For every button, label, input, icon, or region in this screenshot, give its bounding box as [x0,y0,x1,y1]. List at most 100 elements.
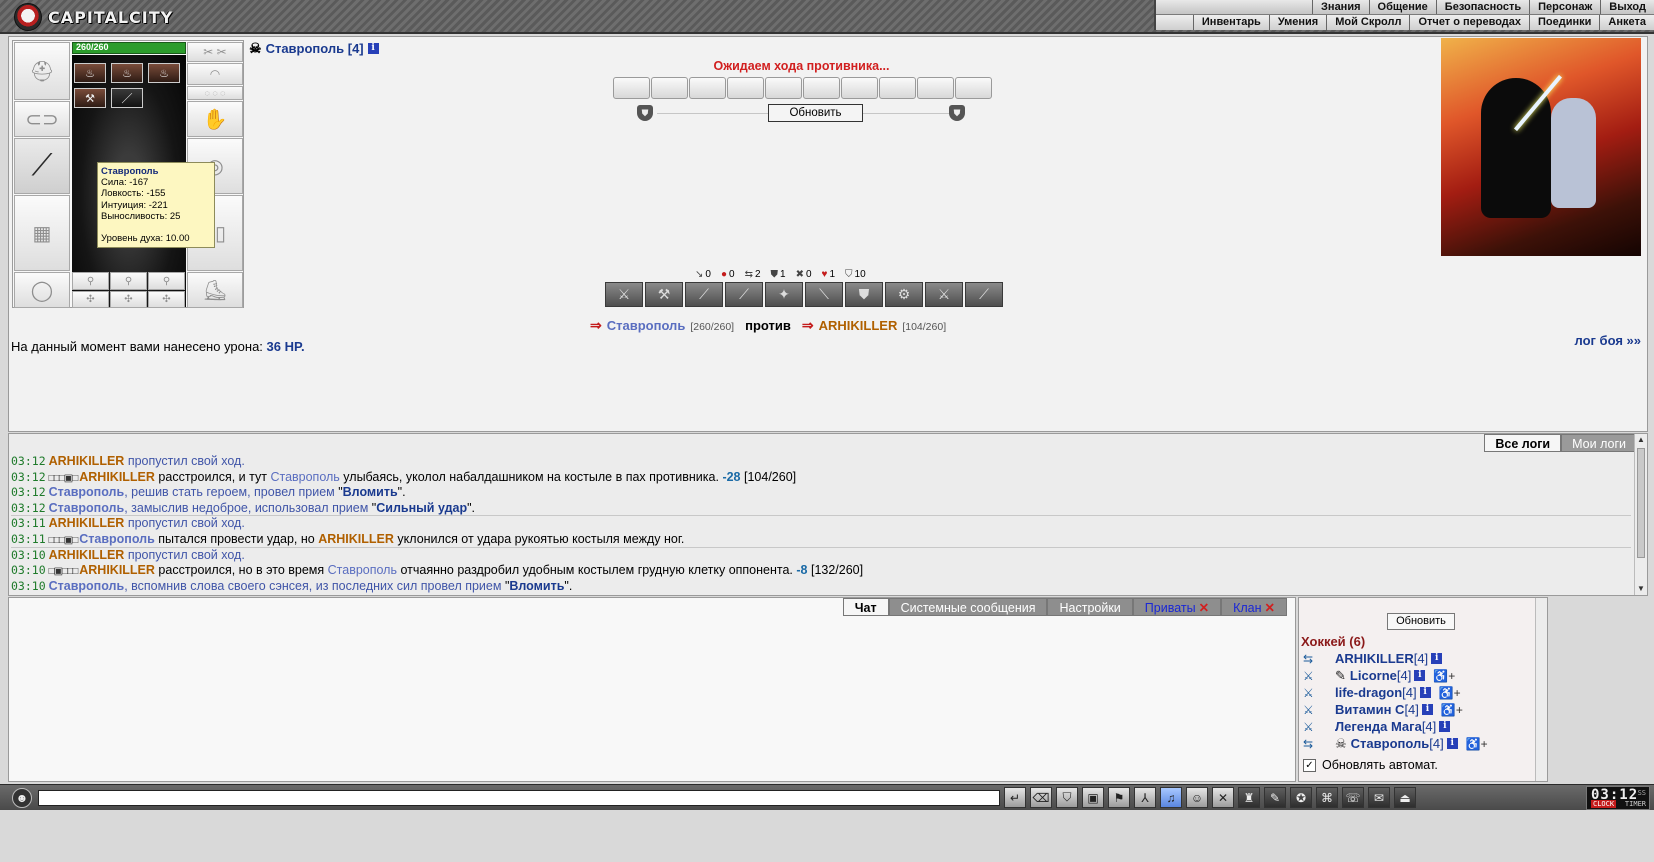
online-player[interactable]: ⚔ Легенда Мага [4] i [1303,718,1451,735]
effect-icon[interactable]: ♨ [111,63,143,83]
scroll-slot[interactable] [803,77,840,99]
info-icon[interactable]: i [1431,653,1443,664]
online-player[interactable]: ⇆ ☠ Ставрополь [4] i ♿+ [1303,735,1488,752]
movement-icon[interactable]: ⚑ [1108,787,1130,808]
strike-technique-icon[interactable]: ⚙ [885,282,923,307]
strike-technique-icon[interactable]: ⟍ [805,282,843,307]
eraser-icon[interactable]: ⌫ [1030,787,1052,808]
close-tab-icon[interactable]: ✕ [1199,601,1209,615]
necklace-slot[interactable]: ◠ [187,63,243,85]
online-player[interactable]: ⚔ Витамин С [4] i ♿+ [1303,701,1463,718]
online-player-name[interactable]: Легенда Мага [1335,719,1422,734]
scroll-slot[interactable] [917,77,954,99]
top-menu-item[interactable]: Поединки [1529,15,1599,30]
top-menu-item[interactable]: Отчет о переводах [1409,15,1529,30]
chat-tab[interactable]: Настройки [1047,598,1133,616]
helmet-slot[interactable]: ⛑ [14,42,70,100]
refresh-battle-button[interactable]: Обновить [768,104,863,122]
clock-label[interactable]: CLOCK [1591,800,1617,808]
effect-icon[interactable]: ♨ [74,63,106,83]
scroll-slot[interactable] [879,77,916,99]
friends-icon[interactable]: ☏ [1342,787,1364,808]
top-menu-item[interactable]: Мой Скролл [1326,15,1409,30]
online-player[interactable]: ⇆ ARHIKILLER [4] i [1303,650,1443,667]
effect-icon[interactable]: ♨ [148,63,180,83]
rune-slot[interactable]: ⚲ [72,272,109,290]
scroll-slot[interactable] [689,77,726,99]
auto-refresh-checkbox[interactable]: ✓ [1303,758,1316,772]
scroll-down-icon[interactable]: ▼ [1635,583,1647,595]
strike-technique-icon[interactable]: ⚔ [605,282,643,307]
send-icon[interactable]: ↵ [1004,787,1026,808]
scroll-up-icon[interactable]: ▲ [1635,434,1647,446]
online-player-name[interactable]: Витамин С [1335,702,1404,717]
inventory-bag-icon[interactable]: ♜ [1238,787,1260,808]
map-icon[interactable]: ⌘ [1316,787,1338,808]
strike-technique-icon[interactable]: ⚒ [645,282,683,307]
chat-input[interactable] [38,790,1000,806]
close-chat-icon[interactable]: ✕ [1212,787,1234,808]
scroll-slot[interactable] [651,77,688,99]
top-menu-item[interactable]: Персонаж [1529,0,1600,14]
add-friend-icon[interactable]: ♿+ [1439,686,1461,700]
online-player-name[interactable]: Licorne [1350,668,1397,683]
rune-slot[interactable]: ✣ [148,291,185,308]
online-scrollbar[interactable] [1535,598,1547,781]
translit-icon[interactable]: ⅄ [1134,787,1156,808]
online-player[interactable]: ⚔ ✎ Licorne [4] i ♿+ [1303,667,1455,684]
weapon-slot[interactable]: ⟋ [14,138,70,194]
earring-slot[interactable]: ✂ ✂ [187,42,243,62]
online-player-name[interactable]: life-dragon [1335,685,1402,700]
add-friend-icon[interactable]: ♿+ [1466,737,1488,751]
chat-tab[interactable]: Клан ✕ [1221,598,1287,616]
top-menu-item[interactable]: Инвентарь [1192,15,1269,30]
battle-log-link[interactable]: лог боя »» [1574,333,1641,348]
online-player-name[interactable]: Ставрополь [1351,736,1430,751]
opponent-name[interactable]: ARHIKILLER [819,318,898,333]
chat-panel[interactable]: Чат Системные сообщения Настройки Приваты ✕ К… [8,597,1296,782]
ring-slots[interactable]: ◌ ◌ ◌ [187,86,243,100]
armor-slot[interactable]: ▦ [14,195,70,271]
top-menu-item[interactable]: Безопасность [1435,0,1529,14]
online-player-name[interactable]: ARHIKILLER [1335,651,1414,666]
save-icon[interactable]: ▣ [1082,787,1104,808]
info-icon[interactable]: i [1421,704,1433,715]
strike-technique-icon[interactable]: ⛊ [845,282,883,307]
info-icon[interactable]: i [367,43,379,54]
strike-technique-icon[interactable]: ⟋ [685,282,723,307]
add-friend-icon[interactable]: ♿+ [1433,669,1455,683]
tab-my-logs[interactable]: Мои логи [1561,434,1637,452]
my-name[interactable]: Ставрополь [607,318,686,333]
rune-slot[interactable]: ⚲ [148,272,185,290]
scroll-thumb[interactable] [1637,448,1645,558]
music-icon[interactable]: ♫ [1160,787,1182,808]
exit-icon[interactable]: ⏏ [1394,787,1416,808]
belt-slot[interactable]: ◯ [14,272,70,308]
scroll-slot[interactable] [955,77,992,99]
effect-icon[interactable]: ⚒ [74,88,106,108]
online-player[interactable]: ⚔ life-dragon [4] i ♿+ [1303,684,1461,701]
scroll-slot[interactable] [765,77,802,99]
top-menu-item[interactable]: Выход [1600,0,1654,14]
boots-slot[interactable]: ⛸ [187,272,243,308]
refresh-online-button[interactable]: Обновить [1387,613,1455,630]
strike-technique-icon[interactable]: ⟋ [725,282,763,307]
scroll-slot[interactable] [727,77,764,99]
info-icon[interactable]: i [1419,687,1431,698]
chat-tab[interactable]: Чат [842,598,889,616]
rune-slot[interactable]: ⚲ [110,272,147,290]
scroll-slot[interactable] [613,77,650,99]
quests-icon[interactable]: ✎ [1264,787,1286,808]
top-menu-item[interactable]: Анкета [1599,15,1654,30]
strike-technique-icon[interactable]: ⚔ [925,282,963,307]
top-menu-item[interactable]: Общение [1368,0,1436,14]
log-scrollbar[interactable]: ▲ ▼ [1634,434,1647,595]
info-icon[interactable]: i [1439,721,1451,732]
timer-label[interactable]: TIMER [1625,800,1646,808]
player-name[interactable]: Ставрополь [4] [266,41,364,56]
info-icon[interactable]: i [1414,670,1426,681]
tab-all-logs[interactable]: Все логи [1484,434,1562,452]
chat-tab[interactable]: Системные сообщения [888,598,1048,616]
top-menu-item[interactable]: Умения [1268,15,1326,30]
chat-tab[interactable]: Приваты ✕ [1132,598,1222,616]
